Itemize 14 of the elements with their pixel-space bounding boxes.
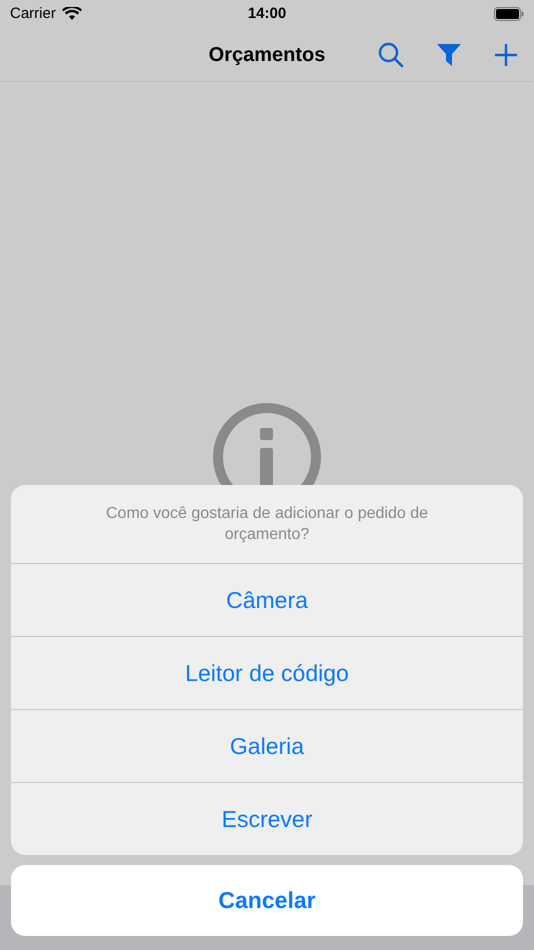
nav-title: Orçamentos [208,42,326,68]
sheet-action[interactable]: Câmera [11,563,523,636]
carrier-label: Carrier [10,4,56,24]
battery-icon [494,7,524,21]
cancel-button[interactable]: Cancelar [11,865,523,936]
wifi-icon [62,7,82,21]
sheet-action[interactable]: Galeria [11,709,523,782]
add-icon[interactable] [494,42,518,66]
sheet-action[interactable]: Leitor de código [11,636,523,709]
filter-icon[interactable] [436,42,462,66]
clock: 14:00 [248,4,286,24]
sheet-message: Como você gostaria de adicionar o pedido de orçamento? [105,504,429,545]
search-icon[interactable] [378,42,404,68]
sheet-action[interactable]: Escrever [11,782,523,855]
